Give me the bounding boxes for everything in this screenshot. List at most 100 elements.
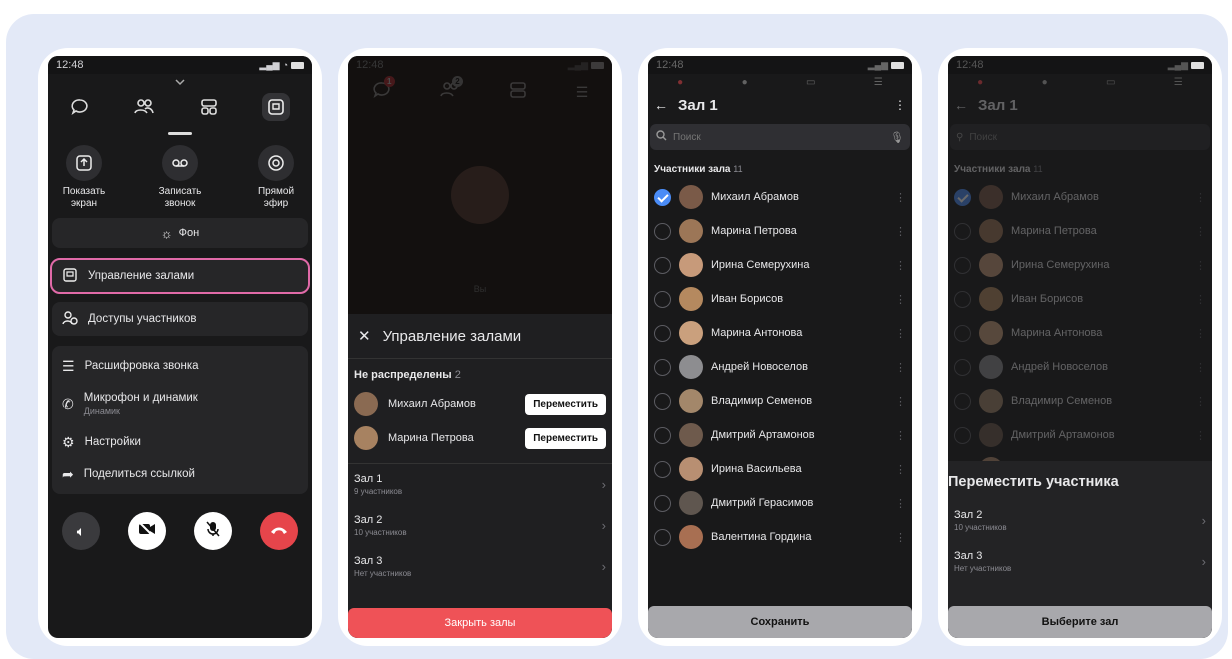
more-icon[interactable]: ⋮ [1195,259,1206,272]
member-row[interactable]: Михаил Абрамов ⋮ [948,180,1212,214]
checkbox-icon[interactable] [654,528,671,546]
save-button[interactable]: Сохранить [648,606,912,638]
background-button[interactable]: ☼ Фон [52,218,308,248]
select-room-button[interactable]: Выберите зал [948,606,1212,638]
member-row[interactable]: Ирина Васильева ⋮ [648,452,912,486]
participants-icon[interactable]: ● [742,77,748,88]
checkbox-icon[interactable] [654,460,671,478]
more-icon[interactable]: ⋮ [895,531,906,544]
more-icon[interactable]: ⋮ [895,361,906,374]
checkbox-icon[interactable] [654,494,671,512]
layout-icon[interactable]: ▭ [1106,77,1115,88]
member-row[interactable]: Иван Борисов ⋮ [948,282,1212,316]
close-rooms-button[interactable]: Закрыть залы [348,608,612,638]
mic-off-button[interactable] [194,512,232,550]
member-row[interactable]: Марина Антонова ⋮ [648,316,912,350]
checkbox-icon[interactable] [654,392,671,410]
member-row[interactable]: Владимир Семенов ⋮ [648,384,912,418]
more-icon[interactable]: ⋮ [1195,327,1206,340]
room-item[interactable]: Зал 2 10 участников › [948,500,1212,541]
more-icon[interactable]: ⋮ [1195,225,1206,238]
member-row[interactable]: Андрей Новоселов ⋮ [648,350,912,384]
more-icon[interactable]: ⋮ [1195,361,1206,374]
checkbox-icon[interactable] [654,426,671,444]
checkbox-icon[interactable] [654,256,671,274]
transcript-item[interactable]: ☰ Расшифровка звонка [52,350,308,382]
member-row[interactable]: Марина Петрова ⋮ [948,214,1212,248]
broadcast-action[interactable]: Прямой эфир [244,145,308,210]
mic-speaker-item[interactable]: ✆ Микрофон и динамик Динамик [52,382,308,426]
member-row[interactable]: Ирина Семерухина ⋮ [648,248,912,282]
menu-icon[interactable]: ☰ [1174,77,1183,88]
member-row[interactable]: Валентина Гордина ⋮ [648,520,912,554]
more-icon[interactable]: ⋮ [895,395,906,408]
room-item[interactable]: Зал 1 9 участников › [348,464,612,505]
member-row[interactable]: Андрей Новоселов ⋮ [948,350,1212,384]
more-icon[interactable]: ⋮ [895,191,906,204]
checkbox-checked-icon[interactable] [954,188,971,206]
share-screen-action[interactable]: Показать экран [52,145,116,210]
room-item[interactable]: Зал 2 10 участников › [348,505,612,546]
manage-rooms-item[interactable]: Управление залами [50,258,310,294]
room-item[interactable]: Зал 3 Нет участников › [948,541,1212,582]
member-row[interactable]: Дмитрий Артамонов ⋮ [948,418,1212,452]
member-row[interactable]: Марина Антонова ⋮ [948,316,1212,350]
checkbox-icon[interactable] [954,358,971,376]
microphone-icon[interactable]: 🎙︎ [890,131,904,144]
checkbox-icon[interactable] [954,222,971,240]
member-row[interactable]: Дмитрий Герасимов ⋮ [648,486,912,520]
back-arrow-icon[interactable]: ← [954,97,968,113]
menu-icon[interactable]: ☰ [874,77,883,88]
more-icon[interactable]: ⋮ [895,429,906,442]
chat-icon[interactable]: ● [977,77,983,88]
layout-icon[interactable] [199,97,219,117]
more-icon[interactable]: ⋮ [895,259,906,272]
checkbox-icon[interactable] [954,256,971,274]
more-icon[interactable]: ⋮ [1195,395,1206,408]
more-icon[interactable]: ⋮ [895,225,906,238]
participants-icon[interactable]: ● [1042,77,1048,88]
member-row[interactable]: Марина Петрова ⋮ [648,214,912,248]
member-row[interactable]: Михаил Абрамов ⋮ [648,180,912,214]
checkbox-icon[interactable] [954,290,971,308]
member-row[interactable]: Иван Борисов ⋮ [648,282,912,316]
member-row[interactable]: Владимир Семенов ⋮ [948,384,1212,418]
chat-icon[interactable] [70,97,90,117]
checkbox-icon[interactable] [954,392,971,410]
checkbox-icon[interactable] [654,222,671,240]
more-icon[interactable]: ⋮ [895,293,906,306]
checkbox-icon[interactable] [654,358,671,376]
collapse-chevron-icon[interactable] [48,74,312,88]
layout-icon[interactable]: ▭ [806,77,815,88]
move-button[interactable]: Переместить [525,427,606,449]
rooms-tab-icon[interactable] [262,93,291,121]
camera-off-button[interactable] [128,512,166,550]
room-item[interactable]: Зал 3 Нет участников › [348,546,612,587]
drag-handle[interactable] [168,132,192,135]
checkbox-icon[interactable] [654,290,671,308]
checkbox-icon[interactable] [654,324,671,342]
more-icon[interactable]: ⋮ [895,497,906,510]
more-icon[interactable]: ⋮ [895,327,906,340]
back-arrow-icon[interactable]: ← [654,97,668,113]
more-icon[interactable]: ⋮ [1195,429,1206,442]
participants-icon[interactable] [133,97,155,117]
end-call-button[interactable] [260,512,298,550]
more-icon[interactable]: ⋮ [1195,191,1206,204]
checkbox-checked-icon[interactable] [654,188,671,206]
speaker-button[interactable]: 🔈︎ [62,512,100,550]
member-row[interactable]: Ирина Семерухина ⋮ [948,248,1212,282]
checkbox-icon[interactable] [954,324,971,342]
checkbox-icon[interactable] [954,426,971,444]
settings-item[interactable]: ⚙ Настройки [52,426,308,458]
search-field[interactable]: 🎙︎ [650,124,910,150]
chat-icon[interactable]: ● [677,77,683,88]
more-icon[interactable]: ⋮ [1195,293,1206,306]
more-icon[interactable]: ⋮ [894,98,906,112]
close-icon[interactable]: ✕ [358,327,371,345]
participant-access-item[interactable]: Доступы участников [52,302,308,336]
record-action[interactable]: Записать звонок [148,145,212,210]
move-button[interactable]: Переместить [525,393,606,415]
more-icon[interactable]: ⋮ [895,463,906,476]
search-input[interactable] [673,131,885,143]
